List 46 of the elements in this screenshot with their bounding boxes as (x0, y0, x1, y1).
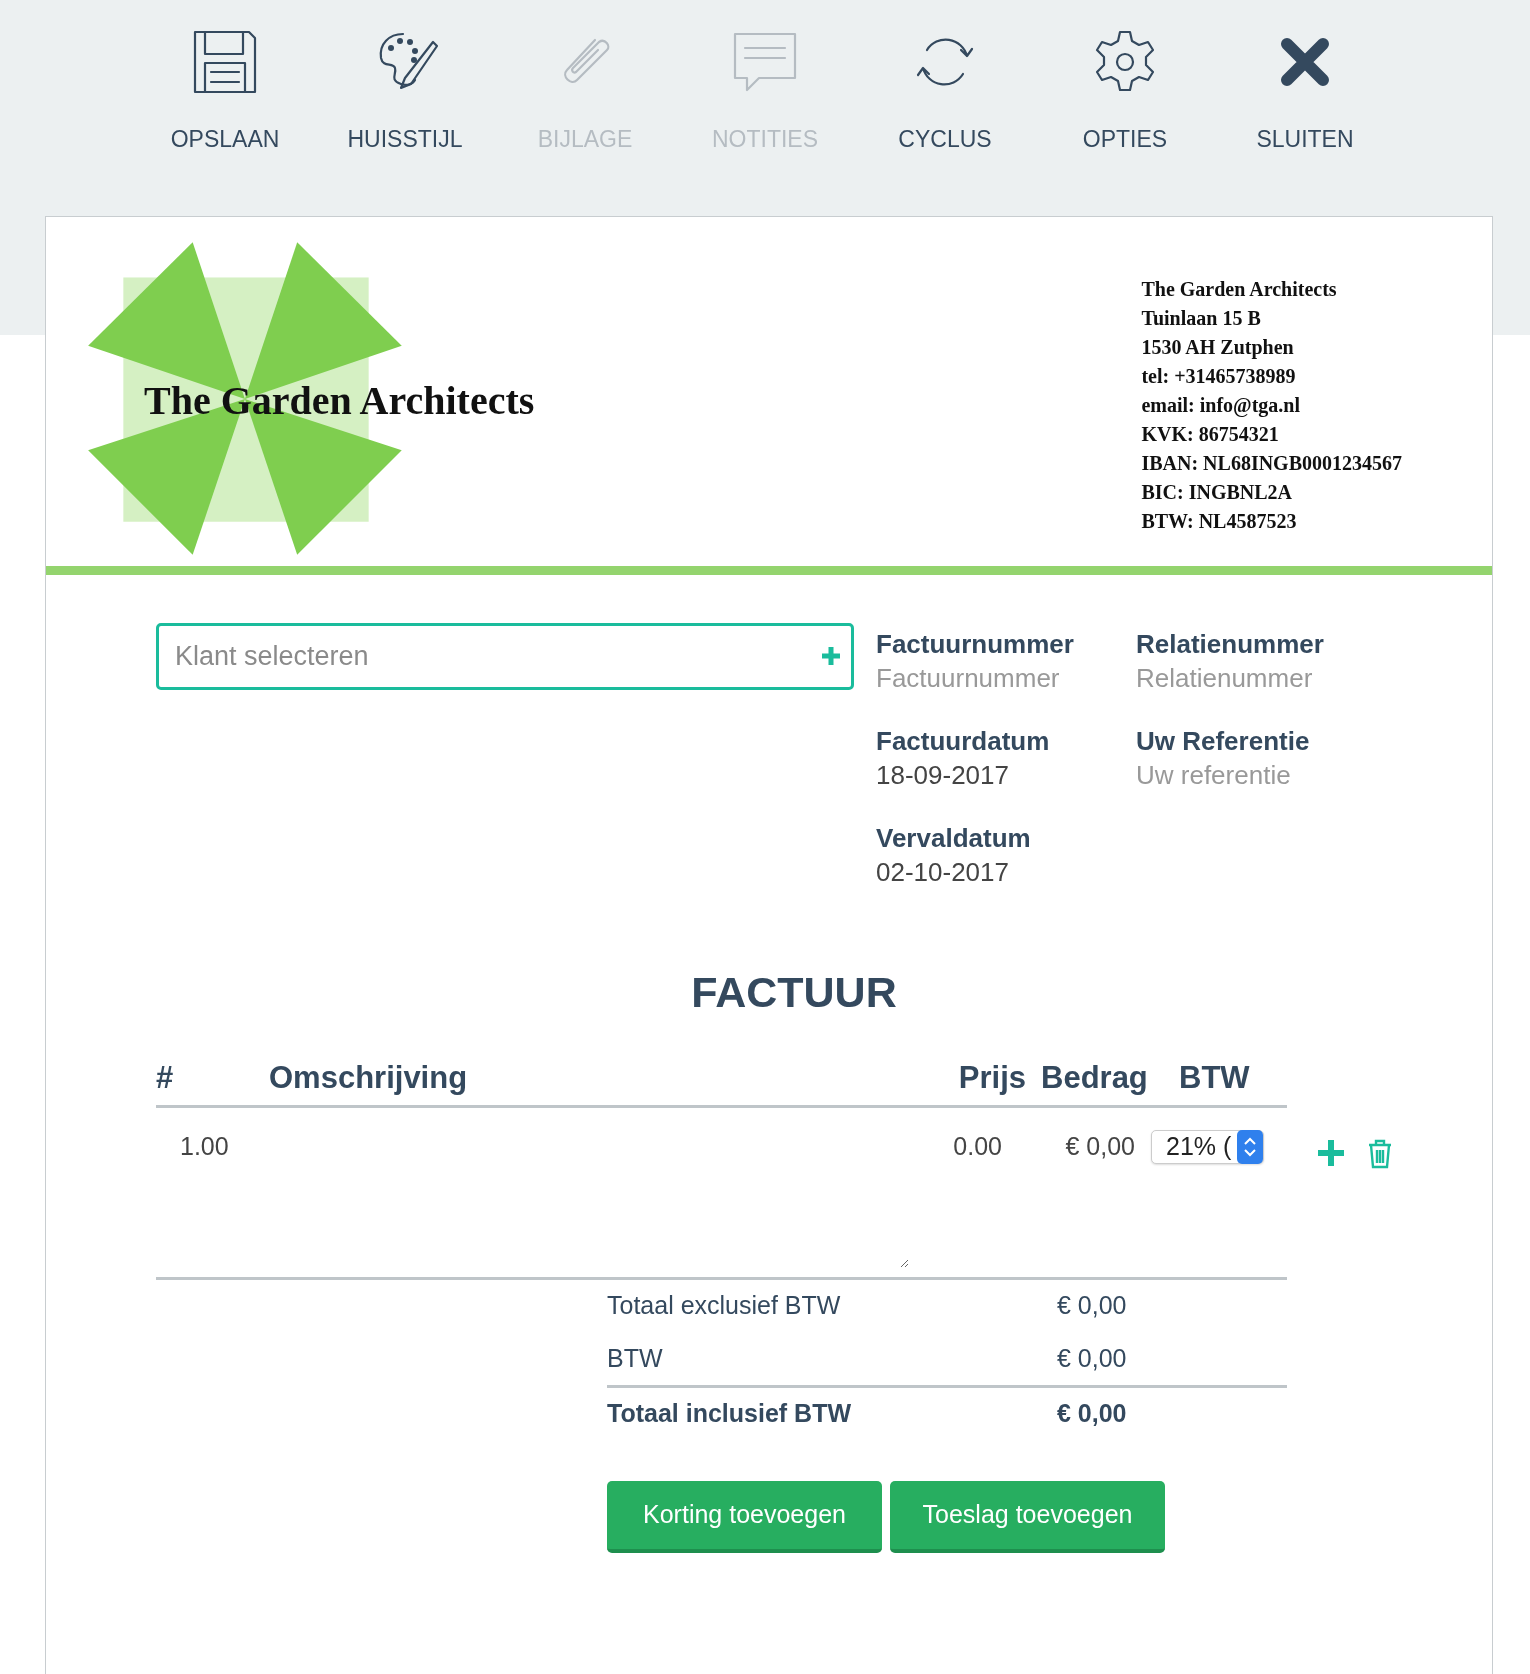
toolbar-button[interactable]: CYCLUS (855, 26, 1035, 216)
field-label: Factuurnummer (876, 629, 1075, 659)
input-field[interactable]: 18-09-2017 (876, 756, 1116, 795)
column-header: Bedrag (1041, 1059, 1148, 1095)
address-line: The Garden Architects (1141, 277, 1338, 302)
address-line: BTW: NL4587523 (1141, 509, 1298, 534)
total-label: Totaal inclusief BTW (607, 1399, 851, 1427)
column-header: BTW (1179, 1059, 1250, 1095)
toolbar-button[interactable]: OPTIES (1035, 26, 1215, 216)
toolbar-button[interactable]: HUISSTIJL (315, 26, 495, 216)
logo-text: The Garden Architects (144, 377, 535, 425)
total-label: Totaal exclusief BTW (607, 1291, 841, 1319)
total-amount: € 0,00 (1057, 1343, 1127, 1372)
total-amount: € 0,00 (1057, 1291, 1127, 1319)
field-label: Factuurdatum (876, 726, 1051, 756)
vat-select[interactable]: 21% ( (1151, 1129, 1265, 1164)
input-field[interactable]: Uw referentie (1136, 756, 1376, 795)
toolbar-button[interactable]: SLUITEN (1215, 26, 1395, 216)
table-cell: 1.00 (180, 1132, 229, 1160)
column-header: # (156, 1059, 174, 1095)
field-label: Vervaldatum (876, 823, 1032, 853)
input-field[interactable]: Relatienummer (1136, 659, 1376, 698)
address-line: email: info@tga.nl (1141, 393, 1301, 419)
plus-icon[interactable] (820, 645, 842, 667)
trash-icon[interactable] (1367, 1138, 1393, 1169)
plus-icon[interactable] (1317, 1138, 1345, 1167)
column-header: Omschrijving (269, 1059, 468, 1095)
invoice-title: FACTUUR (691, 968, 897, 1016)
address-line: KVK: 86754321 (1141, 422, 1280, 447)
address-line: 1530 AH Zutphen (1141, 335, 1295, 361)
toolbar-button[interactable]: OPSLAAN (135, 26, 315, 216)
address-line: IBAN: NL68INGB0001234567 (1141, 451, 1402, 476)
address-line: tel: +31465738989 (1141, 364, 1297, 389)
field-label: Uw Referentie (1136, 726, 1311, 756)
table-cell: € 0,00 (1065, 1132, 1135, 1160)
field-label: Relatienummer (1136, 629, 1325, 659)
input-field[interactable]: Factuurnummer (876, 659, 1116, 698)
table-cell: 0.00 (953, 1132, 1002, 1160)
total-label: BTW (607, 1343, 663, 1372)
address-line: Tuinlaan 15 B (1141, 306, 1262, 331)
chevron-icon (1237, 1129, 1264, 1164)
client-select-field[interactable]: Klant selecteren (156, 623, 854, 690)
input-field[interactable]: 02-10-2017 (876, 853, 1116, 892)
total-amount: € 0,00 (1057, 1399, 1127, 1427)
column-header: Prijs (958, 1059, 1026, 1095)
address-line: BIC: INGBNL2A (1141, 480, 1293, 505)
